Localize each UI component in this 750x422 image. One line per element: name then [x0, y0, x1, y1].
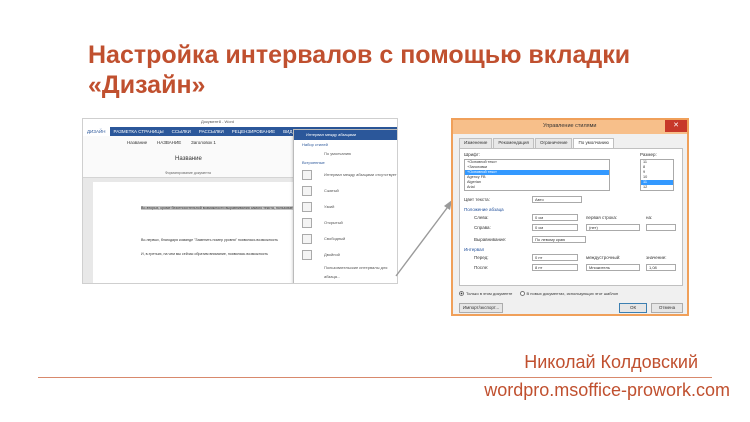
radio-new-documents[interactable]: [519, 291, 525, 297]
right-indent-field[interactable]: 0 см: [532, 224, 578, 231]
spacing-before-field[interactable]: 0 пт: [532, 254, 578, 261]
tab-mailings[interactable]: РАССЫЛКИ: [195, 129, 228, 134]
left-indent-label: Слева:: [474, 215, 489, 220]
tab-layout[interactable]: РАЗМЕТКА СТРАНИЦЫ: [110, 129, 168, 134]
first-line-value-field[interactable]: [646, 224, 676, 231]
spacing-before-label: Перед:: [474, 255, 489, 260]
dropdown-item-relaxed[interactable]: Свободный: [294, 231, 397, 247]
tab-modify[interactable]: Изменение: [459, 138, 493, 148]
first-line-on-label: на:: [646, 215, 653, 220]
color-label: Цвет текста:: [464, 197, 490, 202]
spacing-preview-icon: [302, 170, 312, 180]
interval-section-label: Интервал: [464, 247, 485, 252]
line-spacing-label: междустрочный:: [586, 255, 621, 260]
first-line-select[interactable]: (нет): [586, 224, 640, 231]
dropdown-header: Набор стилей: [302, 142, 328, 147]
left-indent-field[interactable]: 0 см: [532, 214, 578, 221]
dropdown-item-custom[interactable]: Пользовательские интервалы для абзаца...: [294, 263, 397, 279]
size-label: Размер:: [640, 152, 657, 157]
spacing-preview-icon: [302, 186, 312, 196]
dropdown-item-no-spacing[interactable]: Интервал между абзацами отсутствует: [294, 167, 397, 183]
ok-button[interactable]: ОК: [619, 303, 647, 313]
save-scope-options: Только в этом документе В новых документ…: [459, 291, 619, 297]
arrow-connector: [395, 200, 452, 277]
cancel-button[interactable]: Отмена: [651, 303, 683, 313]
import-export-button[interactable]: Импорт/экспорт...: [459, 303, 503, 313]
paragraph-spacing-dropdown: Интервал между абзацами Набор стилей По …: [293, 129, 397, 283]
tab-review[interactable]: РЕЦЕНЗИРОВАНИЕ: [228, 129, 279, 134]
line-spacing-value-label: значение:: [646, 255, 667, 260]
word-window: Документ8 - Word ДИЗАЙН РАЗМЕТКА СТРАНИЦ…: [82, 118, 398, 284]
dropdown-item-compact[interactable]: Сжатый: [294, 183, 397, 199]
font-listbox[interactable]: +Основной текст +Заголовки +Основной тек…: [464, 159, 610, 191]
style-gallery-item-title[interactable]: Название: [175, 156, 202, 162]
style-gallery-item[interactable]: Заголовок 1: [191, 140, 216, 145]
tab-references[interactable]: ССЫЛКИ: [168, 129, 195, 134]
close-icon[interactable]: ✕: [665, 120, 687, 132]
alignment-select[interactable]: По левому краю: [532, 236, 586, 243]
word-titlebar: Документ8 - Word: [83, 119, 397, 127]
spacing-after-label: После:: [474, 265, 489, 270]
size-listbox[interactable]: 11 8 9 10 11 12: [640, 159, 674, 191]
font-list-item[interactable]: Arial: [465, 185, 609, 190]
radio-new-documents-label: В новых документах, использующих этот ша…: [526, 291, 619, 296]
line-spacing-value-field[interactable]: 1,08: [646, 264, 676, 271]
dialog-body: Шрифт: Размер: +Основной текст +Заголовк…: [459, 148, 683, 286]
radio-this-document[interactable]: [459, 291, 464, 297]
spacing-preview-icon: [302, 234, 312, 244]
spacing-preview-icon: [302, 202, 312, 212]
first-line-label: первая строка:: [586, 215, 618, 220]
color-select[interactable]: Авто: [532, 196, 582, 203]
line-spacing-select[interactable]: Множитель: [586, 264, 640, 271]
dropdown-item-tight[interactable]: Узкий: [294, 199, 397, 215]
alignment-label: Выравнивание:: [474, 237, 507, 242]
dropdown-item-default[interactable]: По умолчанию: [294, 149, 397, 158]
tab-design[interactable]: ДИЗАЙН: [83, 127, 110, 136]
font-label: Шрифт:: [464, 152, 481, 157]
dialog-titlebar: Управление стилями ✕: [453, 120, 687, 134]
site-url: wordpro.msoffice-prowork.com: [484, 380, 730, 400]
slide-title: Настройка интервалов с помощью вкладки «…: [88, 41, 631, 99]
tab-set-defaults[interactable]: По умолчанию: [573, 138, 614, 148]
style-gallery-item[interactable]: Название: [127, 140, 147, 145]
word-window-title: Документ8 - Word: [201, 119, 235, 124]
author-name: Николай Колдовский: [524, 352, 698, 372]
spacing-preview-icon: [302, 250, 312, 260]
spacing-preview-icon: [302, 218, 312, 228]
paragraph-selected: Во-вторых, кроме безотносительной возмож…: [141, 206, 310, 210]
dialog-tabs: Изменение Рекомендация Ограничение По ум…: [453, 138, 687, 148]
divider-line: [38, 377, 712, 378]
style-gallery-item[interactable]: НАЗВАНИЕ: [157, 140, 181, 145]
tab-recommend[interactable]: Рекомендация: [493, 138, 534, 148]
dropdown-item-open[interactable]: Открытый: [294, 215, 397, 231]
ribbon-group-label: Форматирование документа: [165, 171, 211, 175]
tab-restrict[interactable]: Ограничение: [534, 138, 573, 148]
dropdown-section-builtin: Встроенные: [302, 160, 325, 165]
radio-this-document-label: Только в этом документе: [466, 291, 513, 296]
right-indent-label: Справа:: [474, 225, 491, 230]
position-section-label: Положение абзаца: [464, 207, 504, 212]
spacing-after-field[interactable]: 8 пт: [532, 264, 578, 271]
manage-styles-dialog: Управление стилями ✕ Изменение Рекоменда…: [451, 118, 689, 316]
dialog-title: Управление стилями: [543, 123, 597, 129]
dropdown-item-double[interactable]: Двойной: [294, 247, 397, 263]
size-list-item[interactable]: 12: [641, 185, 673, 190]
dropdown-button-label[interactable]: Интервал между абзацами: [294, 130, 397, 140]
